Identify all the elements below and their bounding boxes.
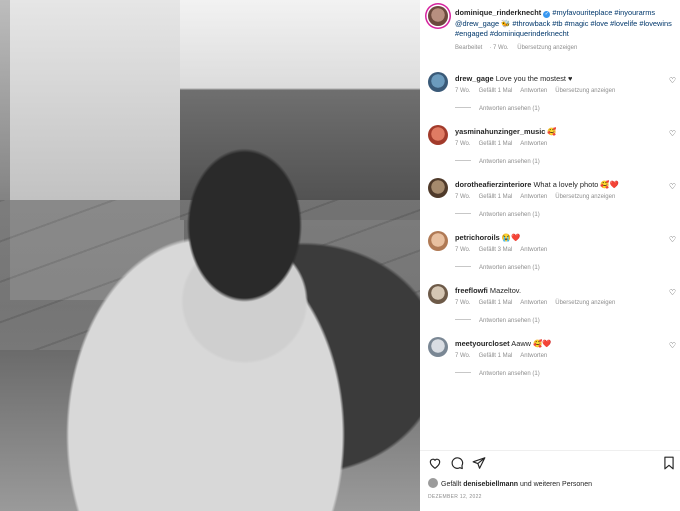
translate-link[interactable]: Übersetzung anzeigen bbox=[555, 88, 615, 94]
translate-link[interactable]: Übersetzung anzeigen bbox=[517, 45, 577, 51]
comment-like-icon[interactable]: ♡ bbox=[669, 130, 676, 138]
comment-like-icon[interactable]: ♡ bbox=[669, 77, 676, 85]
view-replies-button[interactable]: Antworten ansehen (1) bbox=[455, 212, 540, 218]
liked-prefix: Gefällt bbox=[441, 481, 464, 488]
author-username[interactable]: dominique_rinderknecht bbox=[455, 8, 541, 17]
liked-user[interactable]: denisebiellmann bbox=[463, 481, 518, 488]
actions-divider bbox=[420, 450, 680, 451]
comment-username[interactable]: meetyourcloset bbox=[455, 339, 510, 348]
comment-avatar[interactable] bbox=[428, 337, 448, 357]
reply-button[interactable]: Antworten bbox=[520, 194, 547, 200]
post-date[interactable]: DEZEMBER 12, 2022 bbox=[428, 494, 482, 500]
reply-button[interactable]: Antworten bbox=[520, 141, 547, 147]
comment-username[interactable]: freeflowfi bbox=[455, 286, 488, 295]
liked-suffix: und weiteren Personen bbox=[518, 481, 592, 488]
reply-button[interactable]: Antworten bbox=[520, 353, 547, 359]
comment-age: 7 Wo. bbox=[455, 300, 471, 306]
comment-like-icon[interactable]: ♡ bbox=[669, 183, 676, 191]
comment-avatar[interactable] bbox=[428, 178, 448, 198]
comment-like-icon[interactable]: ♡ bbox=[669, 342, 676, 350]
comment-likes[interactable]: Gefällt 1 Mal bbox=[479, 141, 513, 147]
reply-button[interactable]: Antworten bbox=[520, 300, 547, 306]
comment-username[interactable]: drew_gage bbox=[455, 74, 494, 83]
comment-like-icon[interactable]: ♡ bbox=[669, 236, 676, 244]
comment-likes[interactable]: Gefällt 1 Mal bbox=[479, 300, 513, 306]
edited-label: Bearbeitet bbox=[455, 44, 483, 51]
comment-likes[interactable]: Gefällt 3 Mal bbox=[479, 247, 513, 253]
view-replies-button[interactable]: Antworten ansehen (1) bbox=[455, 265, 540, 271]
comment-avatar[interactable] bbox=[428, 125, 448, 145]
comment-text: Love you the mostest ♥ bbox=[495, 74, 573, 83]
comment-username[interactable]: yasminahunzinger_music bbox=[455, 127, 545, 136]
author-avatar[interactable] bbox=[428, 6, 448, 26]
comment-likes[interactable]: Gefällt 1 Mal bbox=[479, 353, 513, 359]
comment-likes[interactable]: Gefällt 1 Mal bbox=[479, 194, 513, 200]
action-bar bbox=[428, 456, 676, 472]
post-age: 7 Wo. bbox=[493, 44, 509, 51]
comment-age: 7 Wo. bbox=[455, 247, 471, 253]
view-replies-button[interactable]: Antworten ansehen (1) bbox=[455, 159, 540, 165]
caption-mention[interactable]: @drew_gage bbox=[455, 19, 499, 28]
comment-text: Aaww 🥰❤️ bbox=[511, 339, 552, 348]
comment-username[interactable]: petrichoroils bbox=[455, 233, 500, 242]
view-replies-button[interactable]: Antworten ansehen (1) bbox=[455, 318, 540, 324]
comment-text: 😭❤️ bbox=[501, 233, 521, 242]
comment-like-icon[interactable]: ♡ bbox=[669, 289, 676, 297]
caption-hashtags-1[interactable]: #myfavouriteplace #inyourarms bbox=[552, 8, 655, 17]
comment-avatar[interactable] bbox=[428, 72, 448, 92]
comment-item: yasminahunzinger_music 🥰 7 Wo. Gefällt 1 … bbox=[428, 125, 680, 175]
comment-item: meetyourcloset Aaww 🥰❤️ 7 Wo. Gefällt 1 M… bbox=[428, 337, 680, 387]
comment-avatar[interactable] bbox=[428, 231, 448, 251]
photo-couple bbox=[30, 130, 420, 511]
comment-text: What a lovely photo 🥰❤️ bbox=[533, 180, 619, 189]
comment-item: petrichoroils 😭❤️ 7 Wo. Gefällt 3 Mal Antw… bbox=[428, 231, 680, 281]
comment-username[interactable]: dorotheafierzinteriore bbox=[455, 180, 531, 189]
share-icon[interactable] bbox=[472, 456, 486, 470]
view-replies-button[interactable]: Antworten ansehen (1) bbox=[455, 106, 540, 112]
translate-link[interactable]: Übersetzung anzeigen bbox=[555, 194, 615, 200]
comment-age: 7 Wo. bbox=[455, 353, 471, 359]
comment-age: 7 Wo. bbox=[455, 194, 471, 200]
post-photo[interactable] bbox=[0, 0, 420, 511]
heart-icon[interactable] bbox=[428, 456, 442, 470]
comment-age: 7 Wo. bbox=[455, 141, 471, 147]
comment-likes[interactable]: Gefällt 1 Mal bbox=[479, 88, 513, 94]
translate-link[interactable]: Übersetzung anzeigen bbox=[555, 300, 615, 306]
comment-avatar[interactable] bbox=[428, 284, 448, 304]
comment-age: 7 Wo. bbox=[455, 88, 471, 94]
caption-meta: Bearbeitet · 7 Wo. Übersetzung anzeigen bbox=[455, 44, 578, 51]
liker-avatar bbox=[428, 478, 438, 488]
bookmark-icon[interactable] bbox=[662, 456, 676, 470]
comment-text: 🥰 bbox=[547, 127, 557, 136]
comment-item: freeflowfi Mazeltov. 7 Wo. Gefällt 1 Mal A… bbox=[428, 284, 680, 334]
likes-summary[interactable]: Gefällt denisebiellmann und weiteren Per… bbox=[428, 478, 592, 488]
comment-item: dorotheafierzinteriore What a lovely pho… bbox=[428, 178, 680, 228]
reply-button[interactable]: Antworten bbox=[520, 247, 547, 253]
comments-panel: dominique_rinderknecht ✓ #myfavouritepla… bbox=[420, 0, 680, 511]
comment-text: Mazeltov. bbox=[489, 286, 521, 295]
comment-icon[interactable] bbox=[450, 456, 464, 470]
verified-icon: ✓ bbox=[543, 11, 551, 18]
view-replies-button[interactable]: Antworten ansehen (1) bbox=[455, 371, 540, 377]
reply-button[interactable]: Antworten bbox=[520, 88, 547, 94]
comment-item: drew_gage Love you the mostest ♥ 7 Wo. Ge… bbox=[428, 72, 680, 122]
